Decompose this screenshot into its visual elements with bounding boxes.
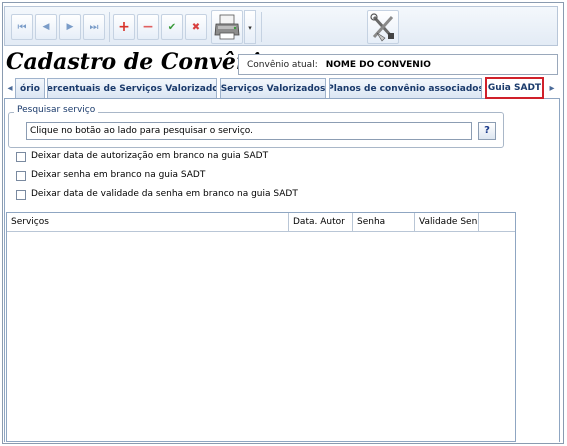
blank-authorization-date-label: Deixar data de autorização em branco na … (31, 151, 269, 161)
confirm-button[interactable]: ✔ (161, 14, 183, 40)
tools-button[interactable] (367, 10, 399, 44)
cancel-button[interactable]: ✖ (185, 14, 207, 40)
tab-label: Percentuais de Serviços Valorizados (47, 83, 217, 94)
plus-icon: + (118, 19, 130, 35)
delete-button[interactable]: − (137, 14, 159, 40)
column-header-validade-senha[interactable]: Validade Senh (415, 213, 479, 232)
chevron-down-icon: ▾ (248, 24, 252, 32)
blank-password-label: Deixar senha em branco na guia SADT (31, 170, 206, 180)
tab-guia-sadt[interactable]: Guia SADT (485, 77, 544, 99)
first-icon: ⏮ (17, 21, 27, 33)
tab-scroll-right-button[interactable]: ▸ (546, 79, 558, 97)
toolbar-separator (109, 12, 110, 42)
previous-icon: ◀ (42, 22, 50, 32)
current-convenio-label: Convênio atual: (247, 59, 318, 70)
chevron-right-icon: ▸ (549, 82, 555, 94)
tab-servicos-valorizados[interactable]: Serviços Valorizados (220, 78, 326, 98)
grid-header: Serviços Data. Autor Senha Validade Senh (7, 213, 515, 232)
search-service-button[interactable]: ? (478, 122, 496, 140)
print-options-dropdown[interactable]: ▾ (244, 10, 256, 44)
blank-authorization-date-checkbox[interactable] (16, 152, 26, 162)
printer-icon (214, 14, 240, 40)
blank-password-checkbox[interactable] (16, 171, 26, 181)
tab-planos-convenio-associados[interactable]: Planos de convênio associados (329, 78, 482, 98)
first-record-button[interactable]: ⏮ (11, 14, 33, 40)
toolbar-separator (261, 12, 262, 42)
blank-password-validity-label: Deixar data de validade da senha em bran… (31, 189, 298, 199)
x-icon: ✖ (191, 21, 201, 33)
current-convenio-value: NOME DO CONVENIO (325, 59, 431, 70)
check-icon: ✔ (167, 21, 177, 33)
toolbar: ⏮ ◀ ▶ ⏭ + − ✔ ✖ ▾ (4, 6, 558, 46)
question-icon: ? (484, 125, 490, 136)
previous-record-button[interactable]: ◀ (35, 14, 57, 40)
tab-percentuais-servicos-valorizados[interactable]: Percentuais de Serviços Valorizados (47, 78, 217, 98)
column-header-data-autor[interactable]: Data. Autor (289, 213, 353, 232)
tab-label: Guia SADT (487, 83, 542, 93)
column-header-senha[interactable]: Senha (353, 213, 415, 232)
blank-password-validity-checkbox[interactable] (16, 190, 26, 200)
next-icon: ▶ (66, 22, 74, 32)
last-record-button[interactable]: ⏭ (83, 14, 105, 40)
current-convenio-box: Convênio atual: NOME DO CONVENIO (238, 54, 558, 75)
services-grid[interactable]: Serviços Data. Autor Senha Validade Senh (6, 212, 516, 442)
print-button[interactable] (211, 10, 243, 44)
minus-icon: − (142, 19, 154, 35)
tab-label: ório (20, 83, 40, 94)
search-service-input[interactable]: Clique no botão ao lado para pesquisar o… (26, 122, 472, 140)
tab-label: Serviços Valorizados (220, 83, 326, 94)
next-record-button[interactable]: ▶ (59, 14, 81, 40)
tab-historico[interactable]: ório (15, 78, 45, 98)
search-service-legend: Pesquisar serviço (14, 105, 99, 115)
tab-label: Planos de convênio associados (329, 83, 482, 94)
tools-icon (370, 13, 394, 42)
last-icon: ⏭ (89, 21, 99, 33)
column-header-servicos[interactable]: Serviços (7, 213, 289, 232)
chevron-left-icon: ◂ (7, 82, 13, 94)
add-button[interactable]: + (113, 14, 135, 40)
tab-bar: ◂ ório Percentuais de Serviços Valorizad… (4, 77, 560, 99)
